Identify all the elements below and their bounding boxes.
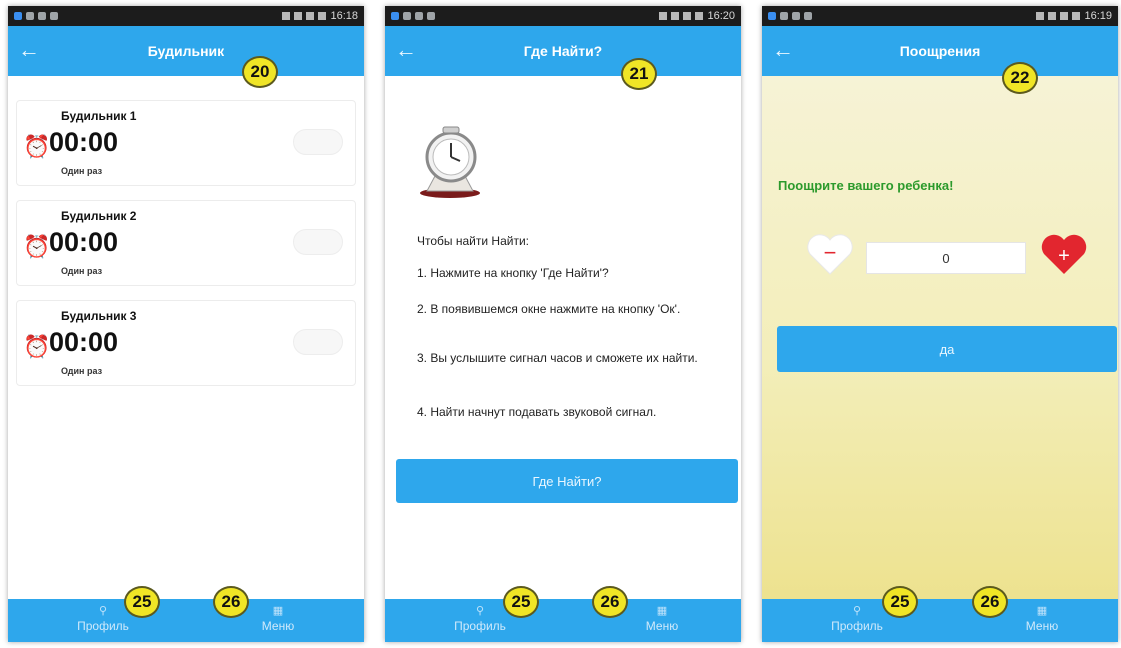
- screen-find: 16:20 ← Где Найти? 21 Чтобы найти Найти:…: [385, 6, 741, 642]
- instruction-step: 4. Найти начнут подавать звуковой сигнал…: [417, 405, 657, 419]
- profile-icon: ⚲: [475, 605, 485, 617]
- back-arrow-icon[interactable]: ←: [772, 38, 794, 62]
- screen-alarm: 16:18 ← Будильник 20 Будильник 1 ⏰ 00:00…: [8, 6, 364, 642]
- page-title: Будильник: [147, 43, 225, 59]
- page-title: Где Найти?: [523, 43, 603, 59]
- bottom-nav: ⚲ Профиль ▦ Меню: [8, 599, 364, 642]
- callout-badge: 21: [621, 58, 657, 90]
- alarm-card[interactable]: Будильник 2 ⏰ 00:00 Один раз: [16, 200, 356, 286]
- reward-counter[interactable]: 0: [866, 242, 1026, 274]
- callout-badge: 25: [882, 586, 918, 618]
- status-bar: 16:18: [8, 6, 364, 26]
- menu-icon: ▦: [1036, 605, 1048, 617]
- status-bar: 16:19: [762, 6, 1118, 26]
- nav-menu-label: Меню: [261, 619, 295, 633]
- status-time: 16:19: [1084, 10, 1112, 22]
- alarm-repeat: Один раз: [61, 366, 103, 376]
- app-bar: ← Где Найти?: [385, 26, 741, 76]
- alarm-time: 00:00: [49, 327, 119, 357]
- instruction-step: 1. Нажмите на кнопку 'Где Найти'?: [417, 266, 609, 280]
- instruction-step: 2. В появившемся окне нажмите на кнопку …: [417, 302, 681, 316]
- nav-menu-label: Меню: [645, 619, 679, 633]
- callout-badge: 26: [972, 586, 1008, 618]
- alarm-repeat: Один раз: [61, 166, 103, 176]
- callout-badge: 26: [592, 586, 628, 618]
- screen-rewards: 16:19 ← Поощрения 22 Поощрите вашего реб…: [762, 6, 1118, 642]
- alarm-card[interactable]: Будильник 1 ⏰ 00:00 Один раз: [16, 100, 356, 186]
- back-arrow-icon[interactable]: ←: [18, 38, 40, 62]
- nav-profile-label: Профиль: [77, 619, 129, 633]
- minus-sign: −: [824, 240, 837, 265]
- app-bar: ← Будильник: [8, 26, 364, 76]
- alarm-name: Будильник 1: [61, 109, 137, 123]
- page-title: Поощрения: [899, 43, 981, 59]
- alarm-toggle[interactable]: [293, 129, 343, 155]
- status-bar: 16:20: [385, 6, 741, 26]
- heart-plus-icon[interactable]: +: [1040, 232, 1088, 276]
- alarm-toggle[interactable]: [293, 229, 343, 255]
- callout-badge: 20: [242, 56, 278, 88]
- confirm-button[interactable]: да: [777, 326, 1117, 372]
- menu-icon: ▦: [656, 605, 668, 617]
- nav-menu[interactable]: ▦ Меню: [617, 599, 707, 642]
- status-time: 16:20: [707, 10, 735, 22]
- plus-sign: +: [1058, 245, 1070, 267]
- alarm-time: 00:00: [49, 127, 119, 157]
- reward-heading: Поощрите вашего ребенка!: [778, 178, 954, 193]
- alarm-time: 00:00: [49, 227, 119, 257]
- callout-badge: 25: [503, 586, 539, 618]
- alarm-repeat: Один раз: [61, 266, 103, 276]
- instruction-step: 3. Вы услышите сигнал часов и сможете их…: [417, 351, 698, 365]
- callout-badge: 25: [124, 586, 160, 618]
- alarm-clock-icon: [420, 126, 480, 198]
- bottom-nav: ⚲ Профиль ▦ Меню: [385, 599, 741, 642]
- nav-profile-label: Профиль: [831, 619, 883, 633]
- alarm-clock-icon: ⏰: [23, 134, 51, 159]
- nav-menu-label: Меню: [1025, 619, 1059, 633]
- instruction-intro: Чтобы найти Найти:: [417, 234, 529, 248]
- alarm-clock-icon: ⏰: [23, 334, 51, 359]
- profile-icon: ⚲: [98, 605, 108, 617]
- app-bar: ← Поощрения: [762, 26, 1118, 76]
- status-time: 16:18: [330, 10, 358, 22]
- alarm-clock-icon: ⏰: [23, 234, 51, 259]
- back-arrow-icon[interactable]: ←: [395, 38, 417, 62]
- bottom-nav: ⚲ Профиль ▦ Меню: [762, 599, 1118, 642]
- nav-menu[interactable]: ▦ Меню: [997, 599, 1087, 642]
- find-button[interactable]: Где Найти?: [396, 459, 738, 503]
- alarm-toggle[interactable]: [293, 329, 343, 355]
- alarm-card[interactable]: Будильник 3 ⏰ 00:00 Один раз: [16, 300, 356, 386]
- alarm-name: Будильник 3: [61, 309, 137, 323]
- menu-icon: ▦: [272, 605, 284, 617]
- heart-minus-icon[interactable]: −: [806, 232, 854, 276]
- nav-profile-label: Профиль: [454, 619, 506, 633]
- callout-badge: 26: [213, 586, 249, 618]
- alarm-name: Будильник 2: [61, 209, 137, 223]
- callout-badge: 22: [1002, 62, 1038, 94]
- profile-icon: ⚲: [852, 605, 862, 617]
